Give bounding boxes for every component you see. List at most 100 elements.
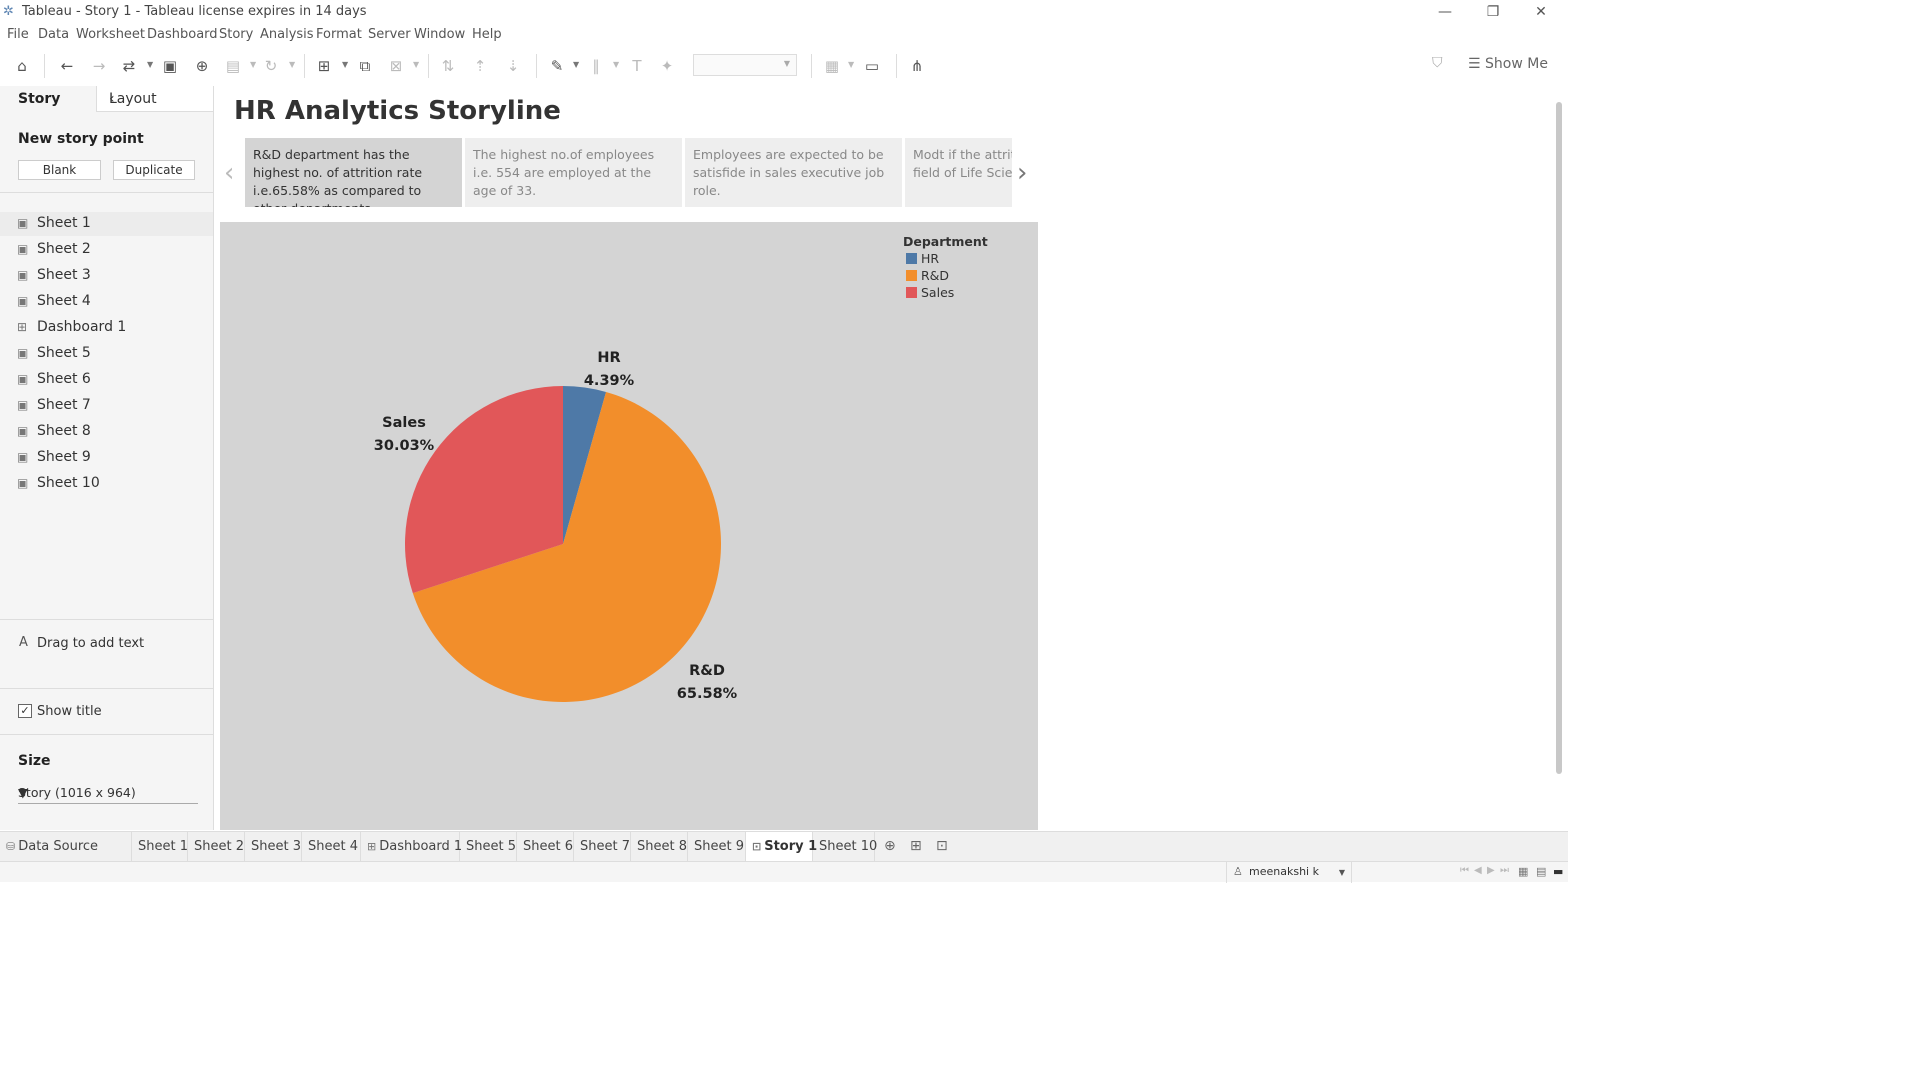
tab-sheet-8[interactable]: Sheet 8 xyxy=(631,832,688,862)
story-point-caption[interactable]: R&D department has the highest no. of at… xyxy=(245,138,462,207)
tab-sheet-1[interactable]: Sheet 1 xyxy=(132,832,188,862)
highlight-icon[interactable]: ✎ xyxy=(547,56,567,76)
redo-icon[interactable]: → xyxy=(89,56,109,76)
sheet-list-item[interactable]: ▣ Sheet 1 xyxy=(0,212,213,236)
filmstrip-icon[interactable]: ▤ xyxy=(1536,865,1546,878)
collapse-panel-icon[interactable]: ‹ xyxy=(109,91,207,107)
close-button[interactable]: ✕ xyxy=(1518,0,1564,24)
tab-sheet-10[interactable]: Sheet 10 xyxy=(813,832,877,862)
replay-dropdown-icon[interactable]: ▼ xyxy=(147,60,153,69)
menu-window[interactable]: Window xyxy=(414,27,465,42)
tab-data-source[interactable]: ⛁ Data Source xyxy=(0,832,132,862)
fix-axes-icon[interactable]: ✦ xyxy=(657,56,677,76)
show-me-button[interactable]: ☰ Show Me xyxy=(1468,56,1548,72)
tab-label: Sheet 1 xyxy=(138,839,188,854)
group-members-icon[interactable]: ∥ xyxy=(586,56,606,76)
drag-to-add-text[interactable]: Drag to add text xyxy=(37,636,144,651)
tab-sheet-3[interactable]: Sheet 3 xyxy=(245,832,302,862)
tab-label: Sheet 3 xyxy=(251,839,301,854)
blank-button[interactable]: Blank xyxy=(18,160,101,180)
fit-combo[interactable]: ▼ xyxy=(693,54,797,76)
group-dropdown-icon[interactable]: ▼ xyxy=(613,60,619,69)
save-icon[interactable]: ▣ xyxy=(160,56,180,76)
minimize-button[interactable]: — xyxy=(1422,0,1468,24)
menu-data[interactable]: Data xyxy=(38,27,69,42)
menu-analysis[interactable]: Analysis xyxy=(260,27,314,42)
sort-descending-icon[interactable]: ⇣ xyxy=(503,56,523,76)
sheet-list-item[interactable]: ▣ Sheet 2 xyxy=(0,238,213,262)
duplicate-button[interactable]: Duplicate xyxy=(113,160,195,180)
menu-worksheet[interactable]: Worksheet xyxy=(76,27,145,42)
presentation-mode-icon[interactable]: ▭ xyxy=(862,56,882,76)
restore-button[interactable]: ❐ xyxy=(1470,0,1516,24)
sheet-list-item[interactable]: ▣ Sheet 6 xyxy=(0,368,213,392)
new-dashboard-tab-icon[interactable]: ⊞ xyxy=(910,838,922,854)
show-title-checkbox[interactable]: ✓ xyxy=(18,704,32,718)
refresh-icon[interactable]: ↻ xyxy=(261,56,281,76)
vertical-scrollbar[interactable] xyxy=(1556,102,1562,774)
menu-story[interactable]: Story xyxy=(219,27,253,42)
next-story-point-icon[interactable]: › xyxy=(1017,158,1027,188)
tab-sheet-5[interactable]: Sheet 5 xyxy=(460,832,517,862)
replay-icon[interactable]: ⇄ xyxy=(119,56,139,76)
tab-sheet-6[interactable]: Sheet 6 xyxy=(517,832,574,862)
new-worksheet-tab-icon[interactable]: ⊕ xyxy=(884,838,896,854)
show-me-label: Show Me xyxy=(1485,56,1548,72)
tab-story-1[interactable]: ⊡ Story 1 xyxy=(746,832,817,862)
sheet-list-item[interactable]: ▣ Sheet 10 xyxy=(0,472,213,496)
swap-rows-columns-icon[interactable]: ⇅ xyxy=(438,56,458,76)
tab-sheet-9[interactable]: Sheet 9 xyxy=(688,832,746,862)
sheet-sorter-icon[interactable]: ▦ xyxy=(1518,865,1528,878)
home-icon[interactable]: ⌂ xyxy=(12,56,32,76)
sheet-list-item[interactable]: ▣ Sheet 3 xyxy=(0,264,213,288)
story-point-caption[interactable]: Employees are expected to be satisfide i… xyxy=(685,138,902,207)
tab-dashboard-1[interactable]: ⊞ Dashboard 1 xyxy=(361,832,462,862)
tab-label: Sheet 7 xyxy=(580,839,630,854)
new-story-tab-icon[interactable]: ⊡ xyxy=(936,838,948,854)
pause-updates-icon[interactable]: ▤ xyxy=(223,56,243,76)
clear-sheet-icon[interactable]: ⊠ xyxy=(386,56,406,76)
tab-sheet-7[interactable]: Sheet 7 xyxy=(574,832,631,862)
undo-icon[interactable]: ← xyxy=(57,56,77,76)
new-worksheet-dropdown-icon[interactable]: ▼ xyxy=(342,60,348,69)
new-datasource-icon[interactable]: ⊕ xyxy=(192,56,212,76)
sheet-list-item[interactable]: ▣ Sheet 8 xyxy=(0,420,213,444)
prev-sheet-icon[interactable]: ◀ xyxy=(1474,865,1482,876)
tab-sheet-2[interactable]: Sheet 2 xyxy=(188,832,245,862)
duplicate-sheet-icon[interactable]: ⧉ xyxy=(355,56,375,76)
menu-dashboard[interactable]: Dashboard xyxy=(147,27,218,42)
sheet-list-item[interactable]: ▣ Sheet 5 xyxy=(0,342,213,366)
sheet-list-item[interactable]: ▣ Sheet 4 xyxy=(0,290,213,314)
tab-layout[interactable]: Layout ‹ xyxy=(96,86,214,112)
menu-format[interactable]: Format xyxy=(316,27,362,42)
sheet-list-item[interactable]: ▣ Sheet 7 xyxy=(0,394,213,418)
sheet-list-item[interactable]: ▣ Sheet 9 xyxy=(0,446,213,470)
menu-file[interactable]: File xyxy=(7,27,29,42)
tab-sheet-4[interactable]: Sheet 4 xyxy=(302,832,361,862)
clear-dropdown-icon[interactable]: ▼ xyxy=(413,60,419,69)
tabs-view-icon[interactable]: ▬ xyxy=(1553,865,1563,878)
story-size-select[interactable]: Story (1016 x 964) ▼ xyxy=(18,782,198,804)
text-object-icon: A xyxy=(19,635,28,650)
story-point-caption[interactable]: Modt if the attrition is from the field … xyxy=(905,138,1012,207)
highlight-dropdown-icon[interactable]: ▼ xyxy=(573,60,579,69)
first-sheet-icon[interactable]: ⏮ xyxy=(1460,865,1469,876)
sheet-list-item[interactable]: ⊞ Dashboard 1 xyxy=(0,316,213,340)
show-me-icon[interactable]: ⛉ xyxy=(1432,55,1443,71)
menu-server[interactable]: Server xyxy=(368,27,411,42)
refresh-dropdown-icon[interactable]: ▼ xyxy=(289,60,295,69)
fit-icon[interactable]: ▦ xyxy=(822,56,842,76)
menu-help[interactable]: Help xyxy=(472,27,502,42)
new-worksheet-icon[interactable]: ⊞ xyxy=(314,56,334,76)
pause-dropdown-icon[interactable]: ▼ xyxy=(250,60,256,69)
show-mark-labels-icon[interactable]: T xyxy=(627,56,647,76)
user-menu[interactable]: ♙ meenakshi k ▼ xyxy=(1226,862,1352,883)
last-sheet-icon[interactable]: ⏭ xyxy=(1500,865,1509,876)
story-point-caption[interactable]: The highest no.of employees i.e. 554 are… xyxy=(465,138,682,207)
tab-story[interactable]: Story xyxy=(0,86,96,112)
next-sheet-icon[interactable]: ▶ xyxy=(1487,865,1495,876)
fit-dropdown-icon[interactable]: ▼ xyxy=(848,60,854,69)
share-icon[interactable]: ⋔ xyxy=(907,56,927,76)
sort-ascending-icon[interactable]: ⇡ xyxy=(470,56,490,76)
previous-story-point-icon[interactable]: ‹ xyxy=(224,158,234,188)
